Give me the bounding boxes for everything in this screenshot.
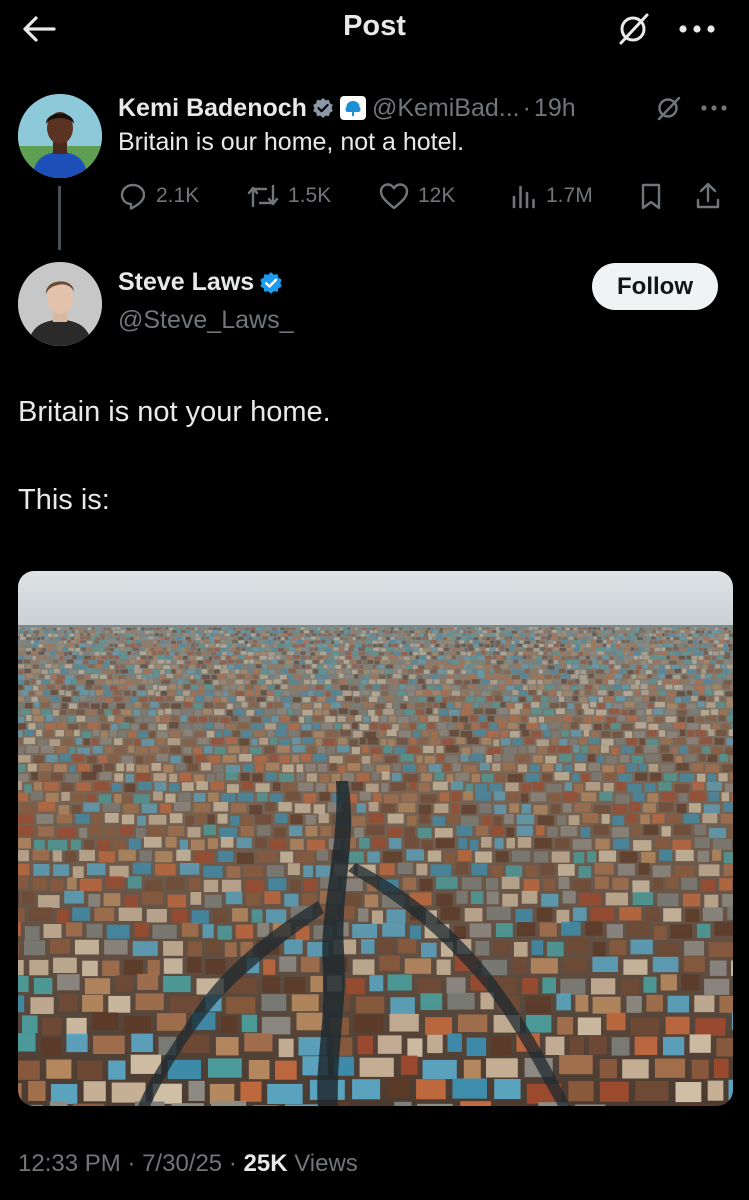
verified-badge-icon [259,271,283,295]
like-button[interactable]: 12K [378,176,455,216]
views-icon [512,185,535,209]
share-button[interactable] [694,176,730,216]
verified-badge-icon [312,97,334,119]
separator-dot: · [228,1150,244,1177]
like-count: 12K [418,184,456,207]
post-meta: 12:33 PM · 7/30/25 · 25K Views [18,1150,358,1178]
quoted-author-name[interactable]: Kemi Badenoch [118,94,307,123]
post-views-label: Views [294,1150,358,1177]
repost-count: 1.5K [288,184,332,207]
quoted-more-button[interactable] [694,92,734,124]
grok-icon [657,96,681,121]
like-icon [379,183,409,210]
views-button[interactable]: 1.7M [510,176,593,216]
kemi-avatar[interactable] [18,94,102,178]
views-count: 1.7M [546,184,593,207]
share-icon [696,182,720,209]
quoted-author-handle[interactable]: @KemiBad... [372,94,520,123]
post-image[interactable] [18,571,733,1106]
bookmark-button[interactable] [638,176,672,216]
more-icon [679,25,715,33]
reply-button[interactable]: 2.1K [118,176,199,216]
quoted-tweet-text: Britain is our home, not a hotel. [118,128,465,156]
post-date[interactable]: 7/30/25 [142,1150,222,1177]
more-options-button[interactable] [672,10,722,48]
quoted-tweet-age[interactable]: 19h [534,94,576,123]
follow-button[interactable]: Follow [592,263,718,310]
post-text-line-2: This is: [18,484,110,516]
more-icon [701,105,727,111]
thread-connector [58,186,61,250]
bookmark-icon [641,183,661,210]
steve-avatar[interactable] [18,262,102,346]
post-author-handle[interactable]: @Steve_Laws_ [118,306,293,335]
quoted-tweet-header: Kemi Badenoch @KemiBad... · 19h [118,90,576,126]
grok-button[interactable] [612,8,654,50]
org-badge-icon [339,96,366,120]
quoted-action-bar: 2.1K 1.5K 12K 1.7M [118,176,733,216]
separator-dot: · [522,93,531,122]
grok-icon [619,13,649,45]
separator-dot: · [127,1150,143,1177]
reply-count: 2.1K [156,184,200,207]
top-bar: Post [0,0,749,62]
repost-icon [247,184,279,208]
post-text-line-1: Britain is not your home. [18,396,331,428]
quoted-grok-button[interactable] [651,92,685,124]
post-author-name[interactable]: Steve Laws [118,268,254,297]
post-author-row: Steve Laws [118,268,283,297]
post-time[interactable]: 12:33 PM [18,1150,121,1177]
post-views-count[interactable]: 25K [244,1150,288,1177]
reply-icon [120,183,146,210]
repost-button[interactable]: 1.5K [246,176,331,216]
